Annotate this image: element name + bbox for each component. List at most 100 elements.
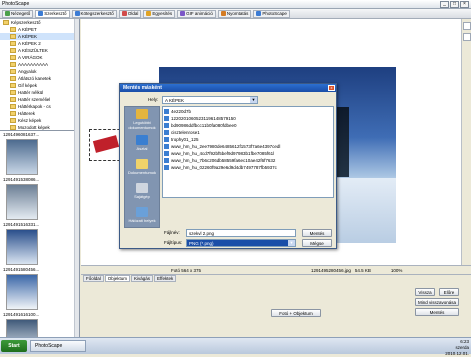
thumbnail-caption: 1291496081637... — [3, 132, 40, 137]
undo-button[interactable]: Vissza — [415, 288, 435, 296]
thumbnail-image[interactable] — [6, 319, 38, 337]
file-list[interactable]: 4e220d7b 12202010605231196148579150 bd9098… — [162, 106, 334, 198]
tab-2[interactable]: Kötegszerkesztő — [71, 9, 117, 18]
thumbnail-image[interactable] — [6, 274, 38, 310]
file-item[interactable]: www_hm_hu_02260f9a29e6d9d4db7497787fb593… — [164, 164, 332, 171]
location-value: A KÉPEK — [165, 97, 185, 103]
bottom-tab[interactable]: Főoldal — [83, 275, 104, 282]
close-button[interactable]: × — [460, 1, 469, 8]
left-scrollbar[interactable] — [74, 19, 79, 337]
filetype-value: PNG (*.png) — [189, 240, 214, 246]
file-item[interactable]: 4e220d7b — [164, 108, 332, 115]
tree-item[interactable]: Háttérkapok - cs — [0, 103, 79, 110]
tree-item[interactable]: A VIRÁGOK — [0, 54, 79, 61]
rotate-icon[interactable] — [463, 33, 471, 41]
places-bar: Legutóbbi dokumentumok Asztal Dokumentumok… — [124, 106, 160, 228]
place-item[interactable]: Sajátgép — [125, 179, 159, 203]
thumbnail[interactable]: 1291491580456... — [0, 267, 79, 312]
thumbnail-image[interactable] — [6, 139, 38, 175]
start-button[interactable]: Start — [1, 340, 27, 352]
filetype-select[interactable]: PNG (*.png) ▼ — [186, 239, 296, 247]
thumbnail-image[interactable] — [6, 229, 38, 265]
thumbnail[interactable]: 1291491516331... — [0, 222, 79, 267]
bottom-tab[interactable]: Objektum — [104, 275, 131, 282]
tab-icon — [38, 11, 44, 16]
tree-item-label: Kész képek — [18, 118, 42, 123]
file-name: bd90986ddfbcc11b0fa080fdbee0 — [171, 123, 237, 128]
tree-item[interactable]: Gif képek — [0, 82, 79, 89]
filename-input[interactable]: szekvl 2.png — [186, 229, 296, 237]
tab-3[interactable]: Oldal — [118, 9, 142, 18]
undo-all-button[interactable]: Mind visszavonása — [415, 298, 459, 306]
tree-item-label: Hattér személiel — [18, 97, 51, 102]
zoom-icon[interactable] — [463, 22, 471, 30]
maximize-button[interactable]: □ — [450, 1, 459, 8]
tree-item-label: Átlátszó kanetek — [18, 76, 52, 81]
tree-item[interactable]: A KÉPEK 2 — [0, 40, 79, 47]
tree-item-label: Gif képek — [18, 83, 38, 88]
tab-5[interactable]: GIF animáció — [177, 9, 216, 18]
tree-item[interactable]: Hátterek — [0, 110, 79, 117]
tree-item[interactable]: Angyalok — [0, 68, 79, 75]
folder-icon — [10, 90, 16, 95]
location-combo[interactable]: A KÉPEK ▼ — [162, 96, 258, 104]
folder-icon — [10, 125, 16, 130]
taskbar-item[interactable]: PhotoScape — [30, 340, 86, 352]
window-controls: _ □ × — [440, 1, 469, 8]
place-icon — [136, 135, 148, 145]
folder-icon — [10, 41, 16, 46]
clock: 6:23 szerda 2010.12.01. — [445, 339, 469, 357]
dialog-close-button[interactable]: x — [328, 85, 335, 91]
tab-4[interactable]: Egyesítés — [143, 9, 176, 18]
tab-1[interactable]: Szerkesztő — [35, 9, 70, 18]
folder-icon — [10, 27, 16, 32]
dialog-save-button[interactable]: Mentés — [302, 229, 332, 237]
file-icon — [164, 165, 169, 170]
tree-item[interactable]: AAAAAAAAAA — [0, 61, 79, 68]
tab-6[interactable]: Nyomtatás — [217, 9, 252, 18]
tab-7[interactable]: PhotoScape — [253, 9, 290, 18]
bottom-tab[interactable]: Kivágás — [131, 275, 154, 282]
file-item[interactable]: bd90986ddfbcc11b0fa080fdbee0 — [164, 122, 332, 129]
chevron-down-icon[interactable]: ▼ — [288, 240, 295, 246]
zoom-level[interactable]: 100% — [391, 268, 403, 273]
place-item[interactable]: Asztal — [125, 131, 159, 155]
thumbnail[interactable]: 1291491616100... — [0, 312, 79, 337]
file-item[interactable]: 12202010605231196148579150 — [164, 115, 332, 122]
thumbnail[interactable]: 1291496081637... — [0, 132, 79, 177]
tree-item[interactable]: Mozodott képek — [0, 124, 79, 130]
place-item[interactable]: Hálózati helyek — [125, 203, 159, 227]
thumbnail[interactable]: 1291491538086... — [0, 177, 79, 222]
tree-item[interactable]: Képszerkesztő — [0, 19, 79, 26]
tree-item[interactable]: Kész képek — [0, 117, 79, 124]
place-item[interactable]: Legutóbbi dokumentumok — [125, 107, 159, 131]
file-item[interactable]: www_hm_hu_2ee7980de6485612f1573f7a6e4397… — [164, 143, 332, 150]
bottom-tab[interactable]: Effektek — [154, 275, 177, 282]
tree-item[interactable]: Átlátszó kanetek — [0, 75, 79, 82]
tree-item[interactable]: A KÉPEK — [0, 33, 79, 40]
left-panel: Képszerkesztő A KÉPET A KÉPEK A KÉPEK 2 A KÉ… — [0, 19, 80, 337]
photo-object-button[interactable]: Fotó + Objektum — [271, 309, 321, 317]
dialog-cancel-button[interactable]: Mégse — [302, 239, 332, 247]
file-item[interactable]: www_hm_hu_4cd7f92bf5bef9d97983b1fbe7085f… — [164, 150, 332, 157]
file-item[interactable]: www_hm_hu_7b6c206db58559fa6ec10ae42f6f76… — [164, 157, 332, 164]
place-label: Asztal — [136, 146, 148, 151]
tree-item[interactable]: A KÉSZÜLTEK — [0, 47, 79, 54]
tree-item-label: Angyalok — [18, 69, 37, 74]
folder-icon — [3, 20, 9, 25]
tree-item[interactable]: Hattér személiel — [0, 96, 79, 103]
redo-button[interactable]: Előre — [439, 288, 459, 296]
chevron-down-icon[interactable]: ▼ — [250, 97, 257, 103]
file-item[interactable]: trophy01_125 — [164, 136, 332, 143]
place-item[interactable]: Dokumentumok — [125, 155, 159, 179]
minimize-button[interactable]: _ — [440, 1, 449, 8]
thumbnail-image[interactable] — [6, 184, 38, 220]
tab-0[interactable]: Nézegető — [2, 9, 34, 18]
tree-item[interactable]: A KÉPET — [0, 26, 79, 33]
tree-item[interactable]: Hattér nélkül — [0, 89, 79, 96]
filename-label: Fájlnév: — [164, 230, 180, 235]
image-size: Fotó 564 x 375 — [171, 267, 202, 273]
file-item[interactable]: cisztelenrose1 — [164, 129, 332, 136]
thumbnail-caption: 1291491516331... — [3, 222, 40, 227]
save-button[interactable]: Mentés — [415, 308, 459, 316]
